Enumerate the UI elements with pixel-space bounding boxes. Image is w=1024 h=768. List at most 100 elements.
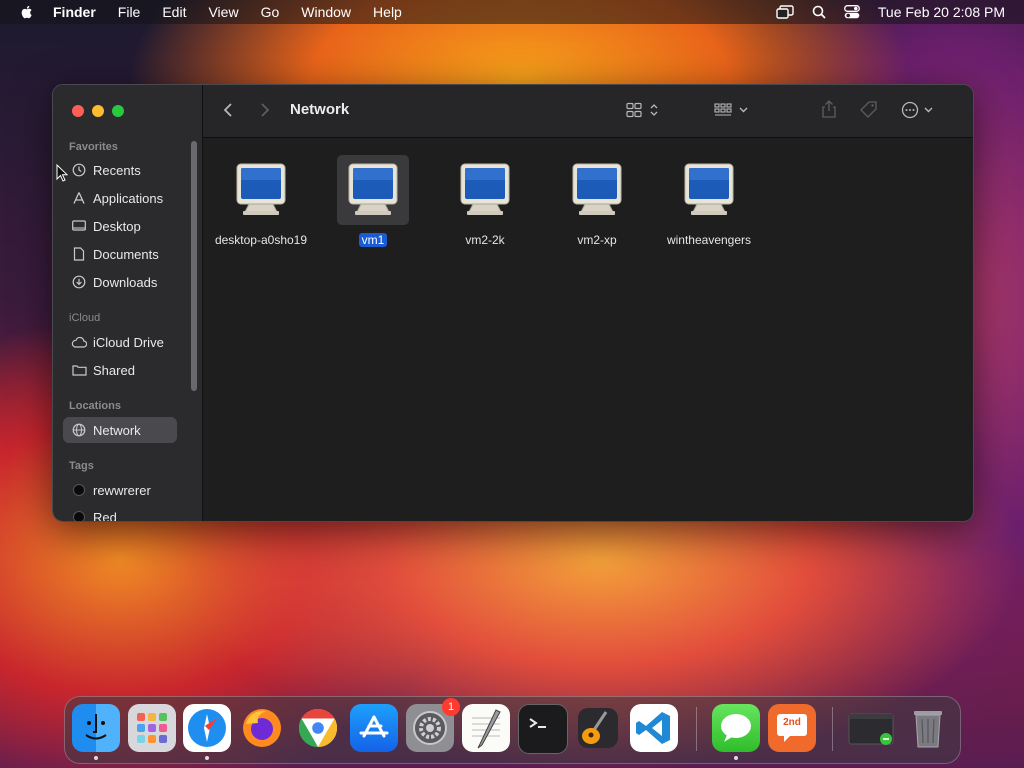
computer-icon — [337, 155, 409, 225]
gear-icon — [413, 711, 447, 745]
menu-clock[interactable]: Tue Feb 20 2:08 PM — [878, 4, 1005, 20]
tag-icon — [860, 101, 877, 118]
dock-launchpad[interactable] — [128, 704, 176, 752]
compass-icon — [188, 709, 226, 747]
document-icon — [71, 246, 87, 262]
dock-garageband[interactable] — [574, 704, 622, 752]
guitar-icon — [578, 708, 618, 748]
menu-file[interactable]: File — [118, 4, 141, 20]
zoom-window-button[interactable] — [112, 105, 124, 117]
tag-color-dot — [73, 484, 85, 496]
sidebar-scrollbar[interactable] — [191, 141, 197, 391]
terminal-icon — [529, 718, 546, 728]
sidebar-item-label: Shared — [93, 362, 135, 378]
sidebar-tag-red[interactable]: Red — [63, 504, 177, 522]
desktop-icon — [71, 218, 87, 234]
sidebar-item-network[interactable]: Network — [63, 417, 177, 443]
dock-system-settings[interactable]: 1 — [406, 698, 460, 752]
dock-minimized-window[interactable] — [848, 704, 896, 752]
sidebar-item-shared[interactable]: Shared — [63, 357, 177, 383]
dock-safari[interactable] — [183, 704, 231, 752]
trash-icon — [914, 711, 942, 748]
sidebar-item-icloud-drive[interactable]: iCloud Drive — [63, 329, 177, 355]
network-computer-item[interactable]: desktop-a0sho19 — [211, 155, 311, 249]
network-computer-item[interactable]: vm1 — [323, 155, 423, 249]
back-button[interactable] — [223, 102, 233, 118]
window-title: Network — [290, 101, 350, 118]
sidebar-item-downloads[interactable]: Downloads — [63, 269, 177, 295]
file-name: vm2-2k — [465, 233, 505, 247]
cloud-icon — [71, 334, 87, 350]
download-icon — [71, 274, 87, 290]
sidebar-item-label: Network — [93, 422, 141, 438]
sidebar-item-label: Downloads — [93, 274, 158, 290]
sidebar-item-documents[interactable]: Documents — [63, 241, 177, 267]
firefox-icon — [243, 709, 281, 747]
dock-chrome[interactable] — [294, 704, 342, 752]
network-computer-item[interactable]: vm2-2k — [435, 155, 535, 249]
file-name: vm2-xp — [577, 233, 617, 247]
group-by-button[interactable] — [714, 102, 750, 118]
clock-icon — [71, 162, 87, 178]
computer-icon — [449, 155, 521, 225]
tags-button[interactable] — [859, 100, 879, 120]
app-label: 2nd — [783, 717, 801, 728]
menu-edit[interactable]: Edit — [162, 4, 186, 20]
dock-trash[interactable] — [904, 704, 952, 752]
dock-terminal[interactable] — [518, 704, 568, 754]
apple-logo-icon[interactable] — [19, 4, 35, 20]
dock-textedit[interactable] — [462, 704, 510, 752]
computer-icon — [225, 155, 297, 225]
menu-go[interactable]: Go — [261, 4, 280, 20]
sidebar-item-label: rewwrerer — [93, 482, 151, 498]
menu-bar: Finder File Edit View Go Window Help Tue… — [0, 0, 1024, 24]
chevron-right-icon — [261, 103, 270, 117]
minimize-window-button[interactable] — [92, 105, 104, 117]
network-computer-item[interactable]: wintheavengers — [659, 155, 759, 249]
dock-2nd-app[interactable]: 2nd — [768, 704, 816, 752]
chat-bubble-icon — [721, 714, 751, 742]
close-window-button[interactable] — [72, 105, 84, 117]
forward-button[interactable] — [260, 102, 270, 118]
menu-help[interactable]: Help — [373, 4, 402, 20]
sidebar-item-desktop[interactable]: Desktop — [63, 213, 177, 239]
control-center-icon[interactable] — [843, 5, 860, 19]
dock-firefox[interactable] — [238, 704, 286, 752]
share-button[interactable] — [821, 100, 837, 118]
file-name: desktop-a0sho19 — [214, 233, 308, 247]
tag-color-dot — [73, 511, 85, 521]
file-name: vm1 — [358, 233, 388, 247]
more-actions-button[interactable] — [901, 101, 937, 119]
sidebar-item-recents[interactable]: Recents — [63, 157, 177, 183]
finder-window: Favorites Recents Applications Desktop D… — [52, 84, 974, 522]
icon-view-icon — [626, 102, 658, 118]
dock-app-store[interactable] — [350, 704, 398, 752]
network-computer-item[interactable]: vm2-xp — [547, 155, 647, 249]
dock-messages[interactable] — [712, 704, 760, 752]
shared-folder-icon — [71, 362, 87, 378]
menu-app-name[interactable]: Finder — [53, 4, 96, 20]
sidebar-tag-rewwrerer[interactable]: rewwrerer — [63, 477, 177, 503]
sidebar-item-label: Desktop — [93, 218, 141, 234]
mouse-cursor-icon — [56, 164, 68, 182]
finder-content: Network desktop-a0sho19 vm1 vm2-2k vm2-x… — [203, 85, 973, 521]
file-name: wintheavengers — [666, 233, 752, 247]
sidebar-section-tags: Tags — [69, 460, 94, 472]
sidebar-section-favorites: Favorites — [69, 141, 118, 153]
dock-vscode[interactable] — [630, 704, 678, 752]
dock-finder[interactable] — [72, 704, 120, 752]
sidebar-item-applications[interactable]: Applications — [63, 185, 177, 211]
sidebar-section-icloud: iCloud — [69, 312, 101, 324]
view-icons-button[interactable] — [626, 102, 660, 118]
window-controls — [72, 105, 132, 117]
chrome-icon — [298, 708, 338, 748]
sidebar-item-label: Red — [93, 509, 117, 522]
computer-icon — [561, 155, 633, 225]
vscode-icon — [636, 712, 670, 744]
finder-sidebar: Favorites Recents Applications Desktop D… — [53, 85, 203, 521]
menu-window[interactable]: Window — [301, 4, 351, 20]
notification-badge: 1 — [442, 698, 460, 716]
menu-view[interactable]: View — [208, 4, 238, 20]
screen-mirroring-icon[interactable] — [776, 5, 794, 19]
spotlight-search-icon[interactable] — [812, 5, 826, 19]
